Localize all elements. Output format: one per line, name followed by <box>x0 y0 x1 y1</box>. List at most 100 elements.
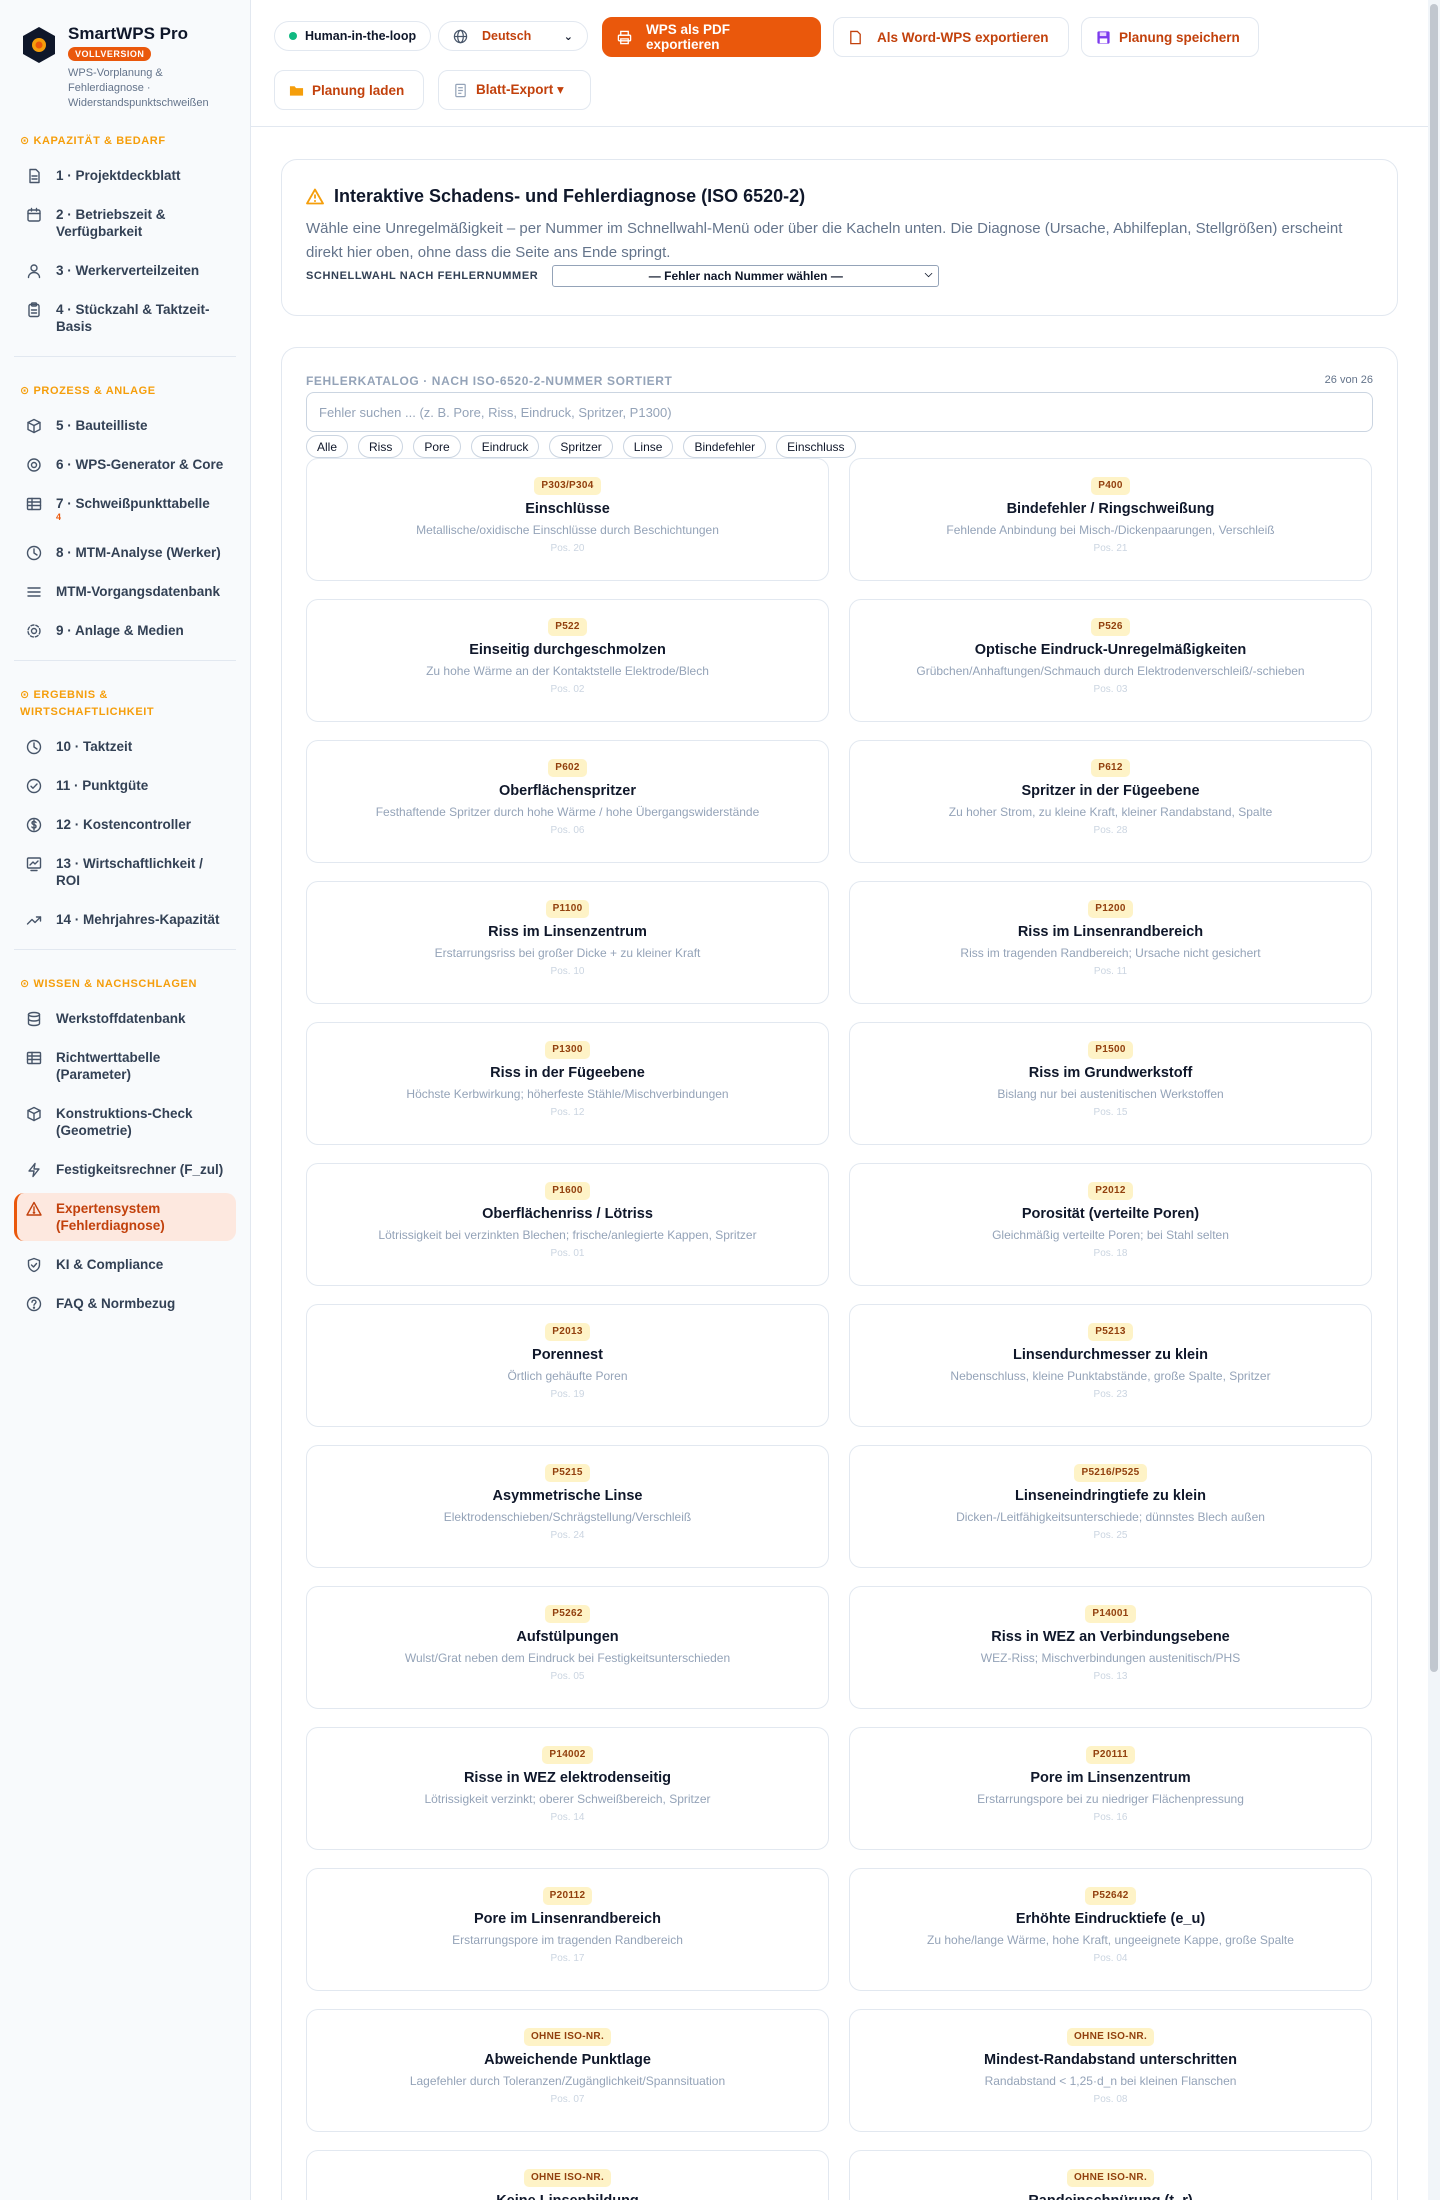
error-title: Oberflächenriss / Lötriss <box>482 1206 653 1222</box>
error-tile[interactable]: P1300 Riss in der Fügeebene Höchste Kerbwi… <box>306 1022 829 1145</box>
nav-section-title: ⊙ KAPAZITÄT & BEDARF <box>20 135 166 147</box>
error-tile[interactable]: OHNE ISO-NR. Randeinschnürung (t_r) <box>849 2150 1372 2200</box>
error-tile[interactable]: P2012 Porosität (verteilte Poren) Gleichmä… <box>849 1163 1372 1286</box>
page-scrollbar[interactable] <box>1428 0 1440 2200</box>
error-tile[interactable]: P5215 Asymmetrische Linse Elektrodenschieb… <box>306 1445 829 1568</box>
catalog-search-input[interactable]: Fehler suchen ... (z. B. Pore, Riss, Ein… <box>306 392 1373 432</box>
sidebar-item-text: 1 · Projektdeckblatt <box>56 168 181 183</box>
error-position: Pos. 04 <box>1093 1953 1128 1964</box>
sidebar-item-text: FAQ & Normbezug <box>56 1296 176 1311</box>
error-tile[interactable]: P400 Bindefehler / Ringschweißung Fehlende… <box>849 458 1372 581</box>
error-code-badge: P1600 <box>545 1182 590 1200</box>
error-tile[interactable]: P20112 Pore im Linsenrandbereich Erstarrun… <box>306 1868 829 1991</box>
language-select[interactable]: Deutsch ⌄ <box>438 21 588 51</box>
sidebar-item-werkstoffdatenbank[interactable]: Werkstoffdatenbank <box>14 1003 236 1034</box>
sidebar-item-text: 14 · Mehrjahres-Kapazität <box>56 912 220 927</box>
save-planning-button[interactable]: Planung speichern <box>1081 17 1259 57</box>
error-tile[interactable]: P5213 Linsendurchmesser zu klein Nebenschl… <box>849 1304 1372 1427</box>
error-description: Fehlende Anbindung bei Misch-/Dickenpaar… <box>946 523 1275 537</box>
sidebar-item-9-anlage-medien[interactable]: 9 · Anlage & Medien <box>14 615 236 646</box>
sidebar-item-8-mtm-analyse-werker[interactable]: 8 · MTM-Analyse (Werker) <box>14 537 236 568</box>
filter-chip-alle[interactable]: Alle <box>306 435 349 458</box>
filter-chip-bindefehler[interactable]: Bindefehler <box>683 435 767 458</box>
sidebar-item-label: 4 · Stückzahl & Taktzeit-Basis <box>56 301 228 335</box>
error-code-badge: P2013 <box>545 1323 590 1341</box>
scrollbar-thumb[interactable] <box>1430 4 1438 1672</box>
tile-grid: P303/P304 Einschlüsse Metallische/oxidisch… <box>306 458 1373 2200</box>
sidebar-item-12-kostencontroller[interactable]: 12 · Kostencontroller <box>14 809 236 840</box>
sidebar-item-expertensystem-fehlerdiagnose[interactable]: Expertensystem (Fehlerdiagnose) <box>14 1193 236 1241</box>
sidebar-item-text: Expertensystem (Fehlerdiagnose) <box>56 1201 165 1233</box>
error-tile[interactable]: P5262 Aufstülpungen Wulst/Grat neben dem E… <box>306 1586 829 1709</box>
error-tile[interactable]: P303/P304 Einschlüsse Metallische/oxidisch… <box>306 458 829 581</box>
error-tile[interactable]: P52642 Erhöhte Eindrucktiefe (e_u) Zu hohe… <box>849 1868 1372 1991</box>
sidebar-item-konstruktions-check-geometrie[interactable]: Konstruktions-Check (Geometrie) <box>14 1098 236 1146</box>
error-position: Pos. 16 <box>1093 1812 1128 1823</box>
nav-section-title: ⊙ PROZESS & ANLAGE <box>20 385 156 397</box>
error-tile[interactable]: P612 Spritzer in der Fügeebene Zu hoher St… <box>849 740 1372 863</box>
sidebar-item-7-schweißpunkttabelle[interactable]: 7 · Schweißpunkttabelle 4 <box>14 488 236 529</box>
error-tile[interactable]: P1600 Oberflächenriss / Lötriss Lötrissigk… <box>306 1163 829 1286</box>
filter-chip-eindruck[interactable]: Eindruck <box>470 435 540 458</box>
sidebar-item-14-mehrjahres-kapazität[interactable]: 14 · Mehrjahres-Kapazität <box>14 904 236 935</box>
sidebar-item-11-punktgüte[interactable]: 11 · Punktgüte <box>14 770 236 801</box>
sidebar-item-6-wps-generator-core[interactable]: 6 · WPS-Generator & Core <box>14 449 236 480</box>
error-tile[interactable]: P526 Optische Eindruck-Unregelmäßigkeiten… <box>849 599 1372 722</box>
error-tile[interactable]: P1200 Riss im Linsenrandbereich Riss im tr… <box>849 881 1372 1004</box>
nav-divider <box>14 356 236 357</box>
error-title: Riss im Grundwerkstoff <box>1028 1065 1193 1081</box>
load-planning-button[interactable]: Planung laden <box>274 70 424 110</box>
sheet-export-button[interactable]: Blatt-Export ▾ <box>438 70 591 110</box>
sidebar-item-1-projektdeckblatt[interactable]: 1 · Projektdeckblatt <box>14 160 236 191</box>
word-export-button[interactable]: Als Word-WPS exportieren <box>833 17 1069 57</box>
error-description: Erstarrungspore bei zu niedriger Flächen… <box>977 1792 1244 1806</box>
sidebar-item-mtm-vorgangsdatenbank[interactable]: MTM-Vorgangsdatenbank <box>14 576 236 607</box>
error-position: Pos. 19 <box>550 1389 585 1400</box>
error-tile[interactable]: P14001 Riss in WEZ an Verbindungsebene WEZ… <box>849 1586 1372 1709</box>
clipboard-icon <box>26 301 42 318</box>
sidebar-item-label: 13 · Wirtschaftlichkeit / ROI <box>56 855 228 889</box>
error-tile[interactable]: P522 Einseitig durchgeschmolzen Zu hohe Wä… <box>306 599 829 722</box>
error-title: Einschlüsse <box>525 501 610 517</box>
clock-icon <box>26 544 42 561</box>
sheet-icon <box>455 83 466 97</box>
pdf-export-button[interactable]: WPS als PDF exportieren <box>602 17 821 57</box>
filter-chip-pore[interactable]: Pore <box>413 435 461 458</box>
error-tile[interactable]: P1100 Riss im Linsenzentrum Erstarrungsris… <box>306 881 829 1004</box>
error-tile[interactable]: P14002 Risse in WEZ elektrodenseitig Lötri… <box>306 1727 829 1850</box>
sidebar-item-festigkeitsrechner-f-zul[interactable]: Festigkeitsrechner (F_zul) <box>14 1154 236 1185</box>
error-tile[interactable]: OHNE ISO-NR. Keine Linsenbildung <box>306 2150 829 2200</box>
sidebar-item-5-bauteilliste[interactable]: 5 · Bauteilliste <box>14 410 236 441</box>
error-tile[interactable]: OHNE ISO-NR. Mindest-Randabstand untersch… <box>849 2009 1372 2132</box>
sidebar-item-2-betriebszeit-verfügbarkeit[interactable]: 2 · Betriebszeit & Verfügbarkeit <box>14 199 236 247</box>
error-description: Zu hohe/lange Wärme, hohe Kraft, ungeeig… <box>927 1933 1294 1947</box>
sidebar-item-4-stückzahl-taktzeit-basis[interactable]: 4 · Stückzahl & Taktzeit-Basis <box>14 294 236 342</box>
error-tile[interactable]: P20111 Pore im Linsenzentrum Erstarrungspo… <box>849 1727 1372 1850</box>
sidebar-item-13-wirtschaftlichkeit-roi[interactable]: 13 · Wirtschaftlichkeit / ROI <box>14 848 236 896</box>
quickselect-dropdown[interactable]: — Fehler nach Nummer wählen — ⌵ <box>552 265 940 287</box>
sidebar-item-10-taktzeit[interactable]: 10 · Taktzeit <box>14 731 236 762</box>
error-tile[interactable]: P2013 Porennest Örtlich gehäufte Poren Pos.… <box>306 1304 829 1427</box>
error-tile[interactable]: OHNE ISO-NR. Abweichende Punktlage Lagefeh… <box>306 2009 829 2132</box>
sidebar-item-text: MTM-Vorgangsdatenbank <box>56 584 221 599</box>
error-tile[interactable]: P1500 Riss im Grundwerkstoff Bislang nur b… <box>849 1022 1372 1145</box>
sidebar-item-faq-normbezug[interactable]: FAQ & Normbezug <box>14 1288 236 1319</box>
filter-chip-riss[interactable]: Riss <box>358 435 404 458</box>
sidebar-item-text: 5 · Bauteilliste <box>56 418 148 433</box>
sidebar-item-label: 9 · Anlage & Medien <box>56 622 184 639</box>
language-label: Deutsch <box>482 29 532 43</box>
chevron-down-icon: ⌄ <box>563 30 573 43</box>
filter-chip-linse[interactable]: Linse <box>622 435 674 458</box>
hitl-badge[interactable]: Human-in-the-loop <box>274 21 432 51</box>
sidebar-item-3-werkerverteilzeiten[interactable]: 3 · Werkerverteilzeiten <box>14 255 236 286</box>
pdf-export-label: WPS als PDF exportieren <box>646 22 731 52</box>
sidebar-item-ki-compliance[interactable]: KI & Compliance <box>14 1249 236 1280</box>
error-description: Höchste Kerbwirkung; höherfeste Stähle/M… <box>406 1087 729 1101</box>
filter-chip-einschluss[interactable]: Einschluss <box>776 435 856 458</box>
error-tile[interactable]: P5216/P525 Linseneindringtiefe zu klein Di… <box>849 1445 1372 1568</box>
nav-section: ⊙ PROZESS & ANLAGE 5 · Bauteilliste 6 · WP… <box>14 383 236 661</box>
error-title: Risse in WEZ elektrodenseitig <box>463 1770 672 1786</box>
sidebar-item-richtwerttabelle-parameter[interactable]: Richtwerttabelle (Parameter) <box>14 1042 236 1090</box>
filter-chip-spritzer[interactable]: Spritzer <box>549 435 613 458</box>
error-tile[interactable]: P602 Oberflächenspritzer Festhaftende Spri… <box>306 740 829 863</box>
